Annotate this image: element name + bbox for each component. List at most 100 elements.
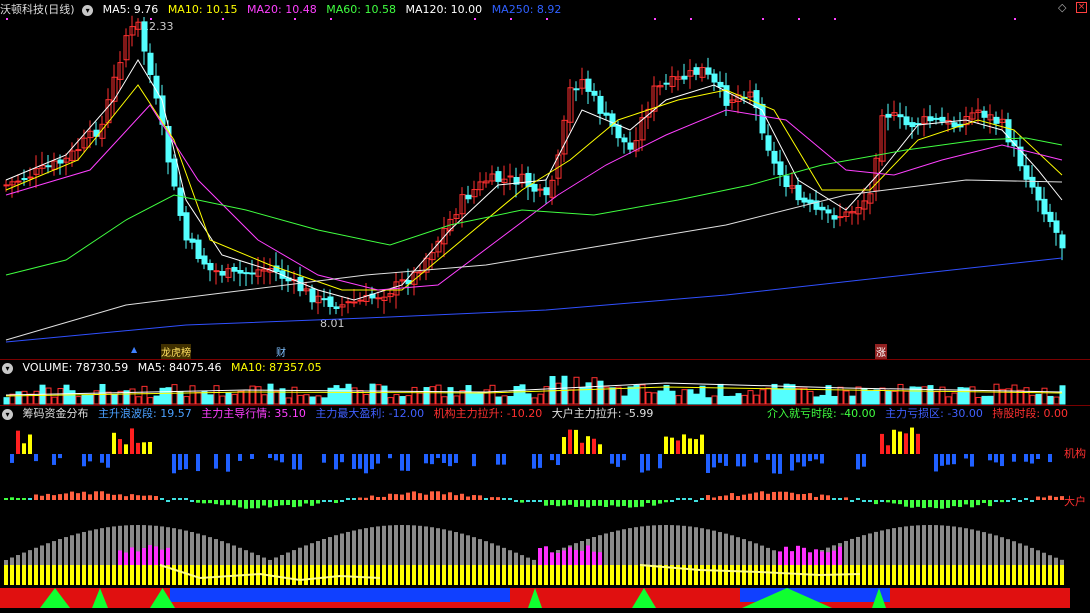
chip-magenta-bar	[790, 551, 794, 565]
volume-bar	[831, 395, 838, 405]
volume-bar	[891, 390, 898, 405]
institution-bar	[172, 454, 176, 474]
big-holder-bar	[82, 491, 86, 500]
big-holder-bar	[754, 492, 758, 500]
institution-bar	[754, 454, 758, 463]
chip-yellow-bar	[154, 565, 158, 585]
chip-yellow-bar	[784, 565, 788, 585]
volume-bar	[855, 386, 862, 405]
big-holder-bar	[916, 500, 920, 507]
chip-yellow-bar	[634, 565, 638, 585]
big-holder-bar	[550, 500, 554, 506]
chip-magenta-bar	[556, 552, 560, 565]
big-holder-bar	[1060, 496, 1064, 500]
volume-bar	[531, 397, 538, 405]
chip-yellow-bar	[964, 565, 968, 585]
big-holder-bar	[778, 491, 782, 500]
big-holder-bar	[640, 500, 644, 507]
volume-bar	[615, 386, 622, 405]
signal-dot	[762, 18, 764, 20]
chip-yellow-bar	[220, 565, 224, 585]
institution-bar	[532, 454, 536, 469]
signal-dot	[546, 18, 548, 20]
chart-canvas[interactable]	[0, 0, 1090, 613]
chip-yellow-bar	[160, 565, 164, 585]
institution-bar	[436, 454, 440, 459]
volume-bar	[645, 391, 652, 405]
indicator-menu-icon[interactable]: ▾	[82, 4, 94, 16]
institution-bar	[934, 454, 938, 472]
chip-magenta-bar	[586, 545, 590, 565]
volume-header: ▾ VOLUME: 78730.59 MA5: 84075.46 MA10: 8…	[0, 360, 328, 376]
big-holder-bar	[292, 500, 296, 508]
big-holder-bar	[268, 500, 272, 508]
big-holder-bar	[256, 500, 260, 509]
chip-yellow-bar	[712, 565, 716, 585]
institution-bar	[148, 441, 152, 454]
institution-bar	[736, 454, 740, 467]
volume-bar	[177, 391, 184, 405]
volume-bar	[747, 390, 754, 405]
institution-bar	[406, 454, 410, 471]
candle-body	[57, 159, 64, 164]
big-holder-bar	[136, 495, 140, 500]
candle-body	[333, 306, 340, 309]
volume-bar	[387, 397, 394, 405]
chip-header: ▾ 筹码资金分布 主升浪波段: 19.57 主力主导行情: 35.10 主力最大…	[0, 406, 659, 422]
volume-bar	[81, 394, 88, 405]
chip-magenta-bar	[130, 547, 134, 565]
big-holder-bar	[1000, 500, 1004, 503]
institution-bar	[22, 443, 26, 454]
volume-bar	[201, 391, 208, 405]
big-holder-bar	[544, 500, 548, 506]
chip-yellow-bar	[874, 565, 878, 585]
chip-yellow-bar	[994, 565, 998, 585]
big-holder-bar	[634, 500, 638, 508]
chip-yellow-bar	[430, 565, 434, 585]
volume-bar	[465, 385, 472, 405]
institution-bar	[370, 454, 374, 470]
big-holder-bar	[46, 493, 50, 500]
big-holder-bar	[286, 500, 290, 506]
volume-bar	[207, 394, 214, 405]
chip-yellow-bar	[418, 565, 422, 585]
chip-yellow-bar	[334, 565, 338, 585]
volume-bar	[771, 383, 778, 405]
big-holder-bar	[220, 500, 224, 506]
chip-yellow-bar	[862, 565, 866, 585]
candle-body	[711, 73, 718, 83]
institution-bar	[196, 454, 200, 472]
candle-body	[927, 116, 934, 122]
volume-bar	[849, 395, 856, 405]
volume-menu-icon[interactable]: ▾	[2, 362, 13, 374]
chip-yellow-bar	[328, 565, 332, 585]
chip-magenta-bar	[160, 549, 164, 565]
big-holder-bar	[736, 496, 740, 500]
big-holder-bar	[628, 500, 632, 508]
chip-yellow-bar	[532, 565, 536, 585]
chip-magenta-bar	[550, 552, 554, 565]
candle-body	[723, 85, 730, 106]
big-holder-bar	[10, 497, 14, 500]
volume-bar	[927, 385, 934, 405]
candle-body	[597, 95, 604, 114]
institution-bar	[952, 454, 956, 465]
chip-yellow-bar	[988, 565, 992, 585]
chip-menu-icon[interactable]: ▾	[2, 408, 13, 420]
chip-yellow-bar	[4, 565, 8, 585]
candle-body	[585, 78, 592, 92]
chip-yellow-bar	[646, 565, 650, 585]
chip-yellow-bar	[982, 565, 986, 585]
volume-bar	[45, 387, 52, 405]
candle-body	[795, 184, 802, 201]
main-force-trend-value: 主力主导行情: 35.10	[201, 407, 306, 420]
volume-bar	[753, 394, 760, 405]
chip-yellow-bar	[562, 565, 566, 585]
big-holder-bar	[106, 493, 110, 500]
candle-body	[249, 272, 256, 275]
candle-body	[507, 175, 514, 178]
institution-bar	[34, 454, 38, 462]
big-holder-bar	[730, 493, 734, 500]
institution-bar	[340, 454, 344, 463]
volume-bar	[651, 392, 658, 405]
